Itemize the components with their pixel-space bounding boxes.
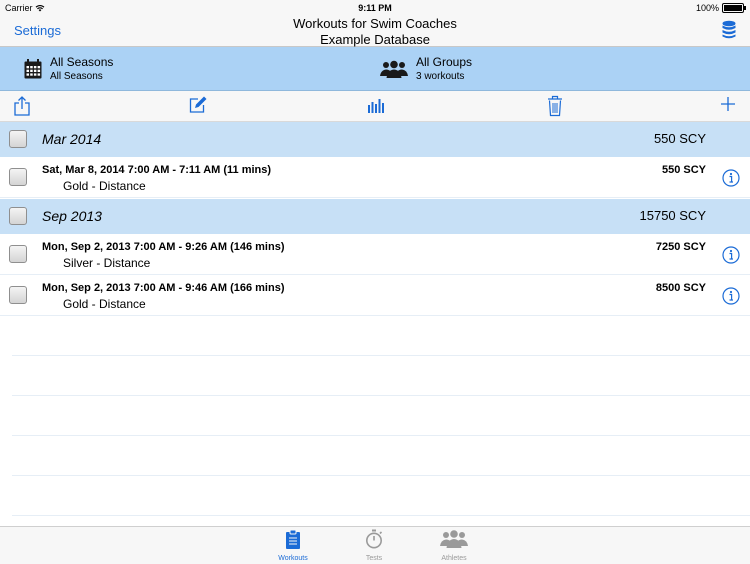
workout-checkbox[interactable]: [9, 245, 27, 263]
season-filter-title: All Seasons: [50, 55, 114, 69]
clock: 9:11 PM: [358, 3, 392, 13]
section-label: Sep 2013: [42, 208, 102, 224]
workout-time: Mon, Sep 2, 2013 7:00 AM - 9:26 AM (146 …: [42, 241, 285, 253]
workout-time: Mon, Sep 2, 2013 7:00 AM - 9:46 AM (166 …: [42, 282, 285, 294]
section-header-sep-2013: Sep 2013 15750 SCY: [0, 199, 750, 234]
season-filter[interactable]: All Seasons All Seasons: [24, 47, 113, 90]
group-icon: [380, 60, 408, 78]
section-total: 15750 SCY: [639, 208, 707, 223]
section-header-mar-2014: Mar 2014 550 SCY: [0, 122, 750, 157]
tab-tests[interactable]: Tests: [344, 529, 404, 562]
calendar-icon: [24, 58, 42, 78]
tab-label: Workouts: [278, 555, 308, 562]
toolbar: [0, 91, 750, 122]
workout-group: Silver - Distance: [63, 256, 151, 270]
trash-icon[interactable]: [547, 95, 563, 122]
workout-group: Gold - Distance: [63, 297, 146, 311]
bar-chart-icon[interactable]: [368, 99, 386, 118]
workout-row[interactable]: Mon, Sep 2, 2013 7:00 AM - 9:46 AM (166 …: [0, 275, 750, 316]
battery-status: 100%: [696, 3, 746, 13]
group-filter[interactable]: All Groups 3 workouts: [380, 47, 472, 90]
clipboard-icon: [286, 529, 300, 549]
filter-bar: All Seasons All Seasons All Groups 3 wor…: [0, 47, 750, 91]
workout-checkbox[interactable]: [9, 168, 27, 186]
workout-row[interactable]: Sat, Mar 8, 2014 7:00 AM - 7:11 AM (11 m…: [0, 157, 750, 198]
athletes-icon: [440, 530, 468, 548]
page-title-line1: Workouts for Swim Coaches: [293, 16, 457, 31]
workout-distance: 8500 SCY: [655, 282, 706, 294]
status-bar: Carrier 9:11 PM 100%: [0, 0, 750, 16]
workout-row[interactable]: Mon, Sep 2, 2013 7:00 AM - 9:26 AM (146 …: [0, 234, 750, 275]
section-label: Mar 2014: [42, 131, 102, 147]
season-filter-subtitle: All Seasons: [50, 71, 103, 82]
workout-distance: 550 SCY: [661, 164, 706, 176]
table-separator: [12, 355, 750, 356]
table-separator: [12, 395, 750, 396]
info-icon[interactable]: [722, 287, 740, 310]
page-title-line2: Example Database: [320, 32, 430, 47]
workout-time: Sat, Mar 8, 2014 7:00 AM - 7:11 AM (11 m…: [42, 164, 272, 176]
tab-label: Tests: [365, 555, 383, 562]
section-total: 550 SCY: [653, 131, 706, 146]
add-icon[interactable]: [721, 97, 735, 116]
section-checkbox[interactable]: [9, 207, 27, 225]
share-icon[interactable]: [13, 95, 31, 122]
page-title: Workouts for Swim Coaches Example Databa…: [0, 16, 750, 48]
edit-icon[interactable]: [188, 95, 208, 120]
tab-athletes[interactable]: Athletes: [424, 529, 484, 562]
tab-bar: Workouts Tests Athletes: [0, 526, 750, 564]
table-separator: [12, 475, 750, 476]
workout-group: Gold - Distance: [63, 179, 146, 193]
group-filter-title: All Groups: [416, 55, 473, 69]
table-separator: [12, 515, 750, 516]
info-icon[interactable]: [722, 169, 740, 192]
tab-workouts[interactable]: Workouts: [263, 529, 323, 562]
tab-label: Athletes: [441, 555, 467, 562]
group-filter-subtitle: 3 workouts: [416, 71, 465, 82]
battery-icon: [722, 3, 746, 13]
section-checkbox[interactable]: [9, 130, 27, 148]
table-separator: [12, 435, 750, 436]
navigation-bar: Settings Workouts for Swim Coaches Examp…: [0, 16, 750, 47]
workout-checkbox[interactable]: [9, 286, 27, 304]
workout-distance: 7250 SCY: [655, 241, 706, 253]
database-icon[interactable]: [722, 20, 736, 45]
info-icon[interactable]: [722, 246, 740, 269]
stopwatch-icon: [366, 529, 383, 549]
